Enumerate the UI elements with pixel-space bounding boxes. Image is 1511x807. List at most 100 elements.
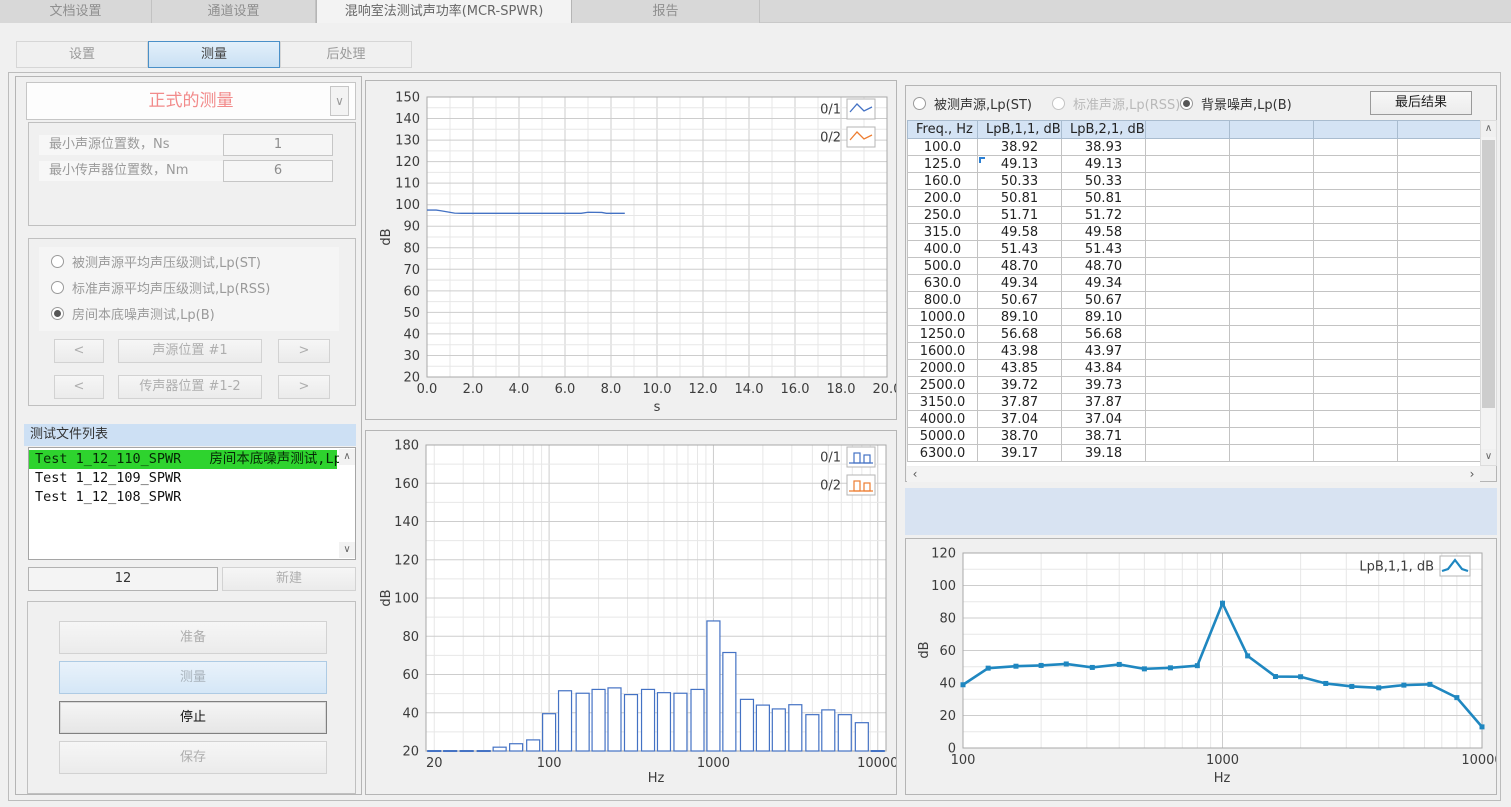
table-cell[interactable] — [1398, 139, 1481, 156]
table-cell[interactable] — [1230, 309, 1314, 326]
table-scroll-up-icon[interactable]: ∧ — [1481, 121, 1496, 137]
table-cell[interactable]: 43.84 — [1062, 360, 1146, 377]
table-cell[interactable]: 1600.0 — [908, 343, 978, 360]
table-cell[interactable]: 50.67 — [1062, 292, 1146, 309]
table-cell[interactable] — [1398, 360, 1481, 377]
tab-mcr-spwr[interactable]: 混响室法测试声功率(MCR-SPWR) — [316, 0, 572, 23]
table-cell[interactable]: 48.70 — [978, 258, 1062, 275]
table-cell[interactable] — [1230, 173, 1314, 190]
table-cell[interactable] — [1314, 190, 1398, 207]
table-cell[interactable] — [1314, 309, 1398, 326]
table-cell[interactable]: 39.73 — [1062, 377, 1146, 394]
table-cell[interactable] — [1398, 241, 1481, 258]
table-row[interactable]: 160.050.3350.33 — [908, 173, 1481, 190]
table-header-row[interactable]: Freq., HzLpB,1,1, dBLpB,2,1, dB — [908, 121, 1481, 139]
table-cell[interactable] — [1314, 343, 1398, 360]
table-cell[interactable]: 38.92 — [978, 139, 1062, 156]
table-cell[interactable]: 89.10 — [978, 309, 1062, 326]
list-scroll-down-icon[interactable]: ∨ — [339, 542, 355, 558]
table-cell[interactable] — [1314, 207, 1398, 224]
column-header[interactable]: LpB,2,1, dB — [1062, 121, 1146, 139]
table-cell[interactable] — [1230, 224, 1314, 241]
table-cell[interactable]: 250.0 — [908, 207, 978, 224]
table-cell[interactable]: 630.0 — [908, 275, 978, 292]
table-cell[interactable] — [1146, 258, 1230, 275]
table-cell[interactable] — [1146, 309, 1230, 326]
table-row[interactable]: 2000.043.8543.84 — [908, 360, 1481, 377]
table-cell[interactable]: 89.10 — [1062, 309, 1146, 326]
table-cell[interactable]: 49.13 — [978, 156, 1062, 173]
table-cell[interactable]: 3150.0 — [908, 394, 978, 411]
table-row[interactable]: 315.049.5849.58 — [908, 224, 1481, 241]
measure-button[interactable]: 测量 — [59, 661, 327, 694]
table-row[interactable]: 1600.043.9843.97 — [908, 343, 1481, 360]
table-cell[interactable] — [1146, 139, 1230, 156]
table-cell[interactable]: 38.71 — [1062, 428, 1146, 445]
table-row[interactable]: 200.050.8150.81 — [908, 190, 1481, 207]
table-cell[interactable] — [1230, 241, 1314, 258]
table-cell[interactable]: 51.72 — [1062, 207, 1146, 224]
table-cell[interactable] — [1146, 445, 1230, 462]
scrollbar-thumb[interactable] — [1482, 140, 1495, 408]
table-cell[interactable]: 51.43 — [1062, 241, 1146, 258]
source-prev-button[interactable]: < — [54, 339, 104, 363]
table-cell[interactable] — [1314, 275, 1398, 292]
table-cell[interactable] — [1146, 207, 1230, 224]
table-cell[interactable] — [1146, 428, 1230, 445]
table-cell[interactable]: 2500.0 — [908, 377, 978, 394]
table-cell[interactable] — [1398, 207, 1481, 224]
table-row[interactable]: 630.049.3449.34 — [908, 275, 1481, 292]
table-cell[interactable]: 38.93 — [1062, 139, 1146, 156]
source-next-button[interactable]: > — [278, 339, 330, 363]
table-row[interactable]: 5000.038.7038.71 — [908, 428, 1481, 445]
table-cell[interactable]: 315.0 — [908, 224, 978, 241]
table-cell[interactable]: 49.34 — [1062, 275, 1146, 292]
radio-background-lp-b[interactable]: 背景噪声,Lp(B) — [1180, 95, 1292, 111]
table-cell[interactable]: 39.18 — [1062, 445, 1146, 462]
table-cell[interactable] — [1398, 309, 1481, 326]
table-cell[interactable] — [1146, 156, 1230, 173]
table-cell[interactable] — [1314, 445, 1398, 462]
radio-lp-rss[interactable]: 标准声源平均声压级测试,Lp(RSS) — [51, 279, 270, 295]
table-cell[interactable]: 56.68 — [1062, 326, 1146, 343]
table-cell[interactable]: 800.0 — [908, 292, 978, 309]
table-cell[interactable] — [1146, 360, 1230, 377]
table-cell[interactable] — [1314, 394, 1398, 411]
table-cell[interactable]: 1250.0 — [908, 326, 978, 343]
table-cell[interactable]: 49.58 — [1062, 224, 1146, 241]
table-cell[interactable] — [1230, 156, 1314, 173]
table-cell[interactable] — [1398, 394, 1481, 411]
table-cell[interactable] — [1230, 377, 1314, 394]
table-cell[interactable]: 50.33 — [978, 173, 1062, 190]
table-cell[interactable] — [1230, 394, 1314, 411]
table-row[interactable]: 4000.037.0437.04 — [908, 411, 1481, 428]
table-cell[interactable]: 5000.0 — [908, 428, 978, 445]
list-item[interactable]: Test 1_12_110_SPWR房间本底噪声测试,Lp(B) — [29, 450, 337, 469]
column-header[interactable]: Freq., Hz — [908, 121, 978, 139]
table-cell[interactable]: 39.72 — [978, 377, 1062, 394]
table-cell[interactable]: 49.58 — [978, 224, 1062, 241]
list-item[interactable]: Test 1_12_109_SPWR — [29, 469, 355, 488]
table-cell[interactable] — [1314, 292, 1398, 309]
table-cell[interactable] — [1314, 411, 1398, 428]
measurement-mode-dropdown[interactable]: 正式的测量 — [26, 82, 356, 120]
table-row[interactable]: 400.051.4351.43 — [908, 241, 1481, 258]
table-cell[interactable] — [1398, 445, 1481, 462]
table-cell[interactable] — [1314, 377, 1398, 394]
table-scroll-right-icon[interactable]: › — [1464, 467, 1480, 482]
table-cell[interactable] — [1146, 326, 1230, 343]
save-button[interactable]: 保存 — [59, 741, 327, 774]
radio-lp-b[interactable]: 房间本底噪声测试,Lp(B) — [51, 305, 215, 321]
table-cell[interactable]: 49.13 — [1062, 156, 1146, 173]
table-cell[interactable] — [1230, 139, 1314, 156]
table-cell[interactable] — [1230, 190, 1314, 207]
table-cell[interactable] — [1314, 241, 1398, 258]
table-cell[interactable]: 48.70 — [1062, 258, 1146, 275]
table-cell[interactable] — [1230, 360, 1314, 377]
column-header[interactable] — [1146, 121, 1230, 139]
table-cell[interactable]: 56.68 — [978, 326, 1062, 343]
table-row[interactable]: 1000.089.1089.10 — [908, 309, 1481, 326]
table-cell[interactable]: 50.81 — [1062, 190, 1146, 207]
table-horizontal-scrollbar[interactable]: ‹ › — [907, 467, 1480, 482]
table-cell[interactable]: 49.34 — [978, 275, 1062, 292]
